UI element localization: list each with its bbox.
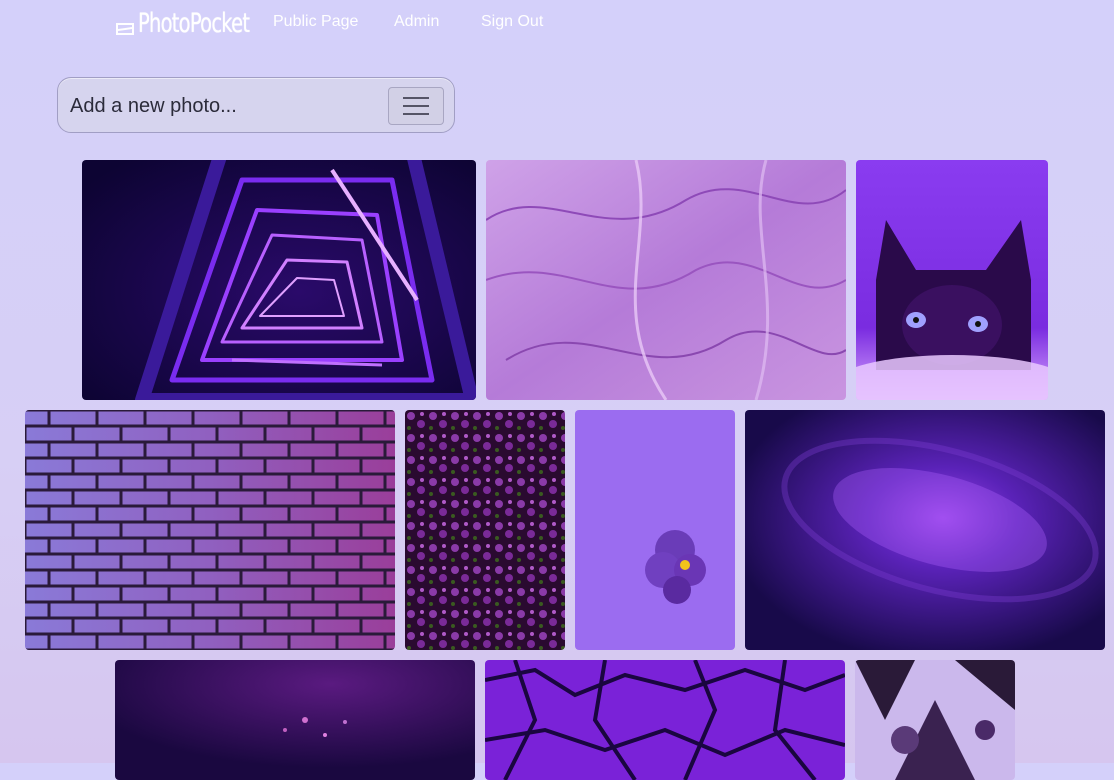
hamburger-icon-line [403,113,429,115]
menu-toggle-button[interactable] [388,87,444,125]
photo-image [25,410,395,650]
brand-name: PhotoPocket [138,8,250,39]
photo-cracked-purple-glass[interactable] [485,660,845,780]
photo-image [855,660,1015,780]
photo-purple-brick-wall[interactable] [25,410,395,650]
nav-link-sign-out[interactable]: Sign Out [481,13,543,31]
brand-logo[interactable]: PhotoPocket [116,8,293,39]
photo-image [856,160,1048,400]
photo-image [82,160,476,400]
add-photo-bar [57,77,455,133]
photo-purple-galaxy[interactable] [745,410,1105,650]
photo-image [486,160,846,400]
photo-purple-leaves-sky[interactable] [855,660,1015,780]
top-navbar: PhotoPocket Public Page Admin Sign Out [0,0,1114,48]
hamburger-icon-line [403,105,429,107]
photo-cat-purple-light[interactable] [856,160,1048,400]
nav-link-admin[interactable]: Admin [394,13,439,31]
hamburger-icon [403,97,429,99]
nav-link-public-page[interactable]: Public Page [273,13,358,31]
photo-single-pansy[interactable] [575,410,735,650]
photo-neon-triangle-staircase[interactable] [82,160,476,400]
add-photo-input[interactable] [70,91,370,121]
photo-image [485,660,845,780]
photo-image [745,410,1105,650]
photo-purple-flower-bush[interactable] [405,410,565,650]
photo-crumpled-purple-tissue[interactable] [486,160,846,400]
photo-dark-forest-glow[interactable] [115,660,475,780]
photo-image [405,410,565,650]
photo-image [575,410,735,650]
envelope-icon [116,20,136,36]
photo-image [115,660,475,780]
